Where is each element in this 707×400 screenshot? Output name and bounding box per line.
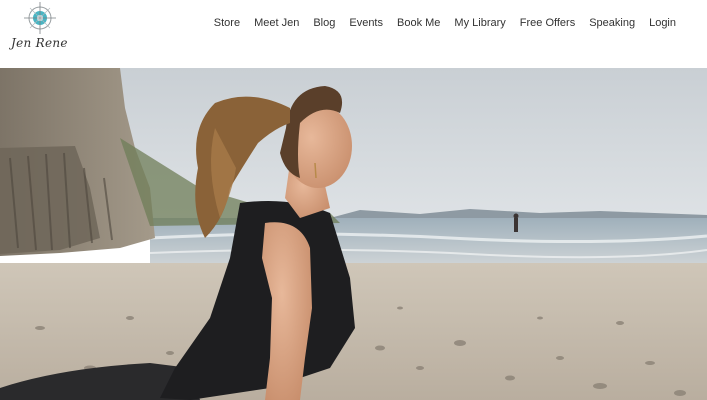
nav-item-speaking[interactable]: Speaking [582,15,642,31]
nav-item-meet-jen[interactable]: Meet Jen [247,15,306,31]
nav-item-login[interactable]: Login [642,15,683,31]
compass-logo-icon [24,2,56,34]
logo-text: Jen Rene [11,36,68,50]
nav-item-events[interactable]: Events [342,15,390,31]
nav-item-my-library[interactable]: My Library [447,15,512,31]
nav-item-book-me[interactable]: Book Me [390,15,447,31]
nav-item-blog[interactable]: Blog [306,15,342,31]
nav-item-free-offers[interactable]: Free Offers [513,15,582,31]
hero-beach-yoga-photo [0,68,707,400]
site-logo[interactable]: Jen Rene [8,0,68,60]
page: Jen Rene Store Meet Jen Blog Events Book… [0,0,707,400]
hero-image [0,68,707,400]
nav-item-store[interactable]: Store [207,15,247,31]
site-header: Jen Rene Store Meet Jen Blog Events Book… [0,0,707,68]
main-nav: Store Meet Jen Blog Events Book Me My Li… [207,15,683,31]
